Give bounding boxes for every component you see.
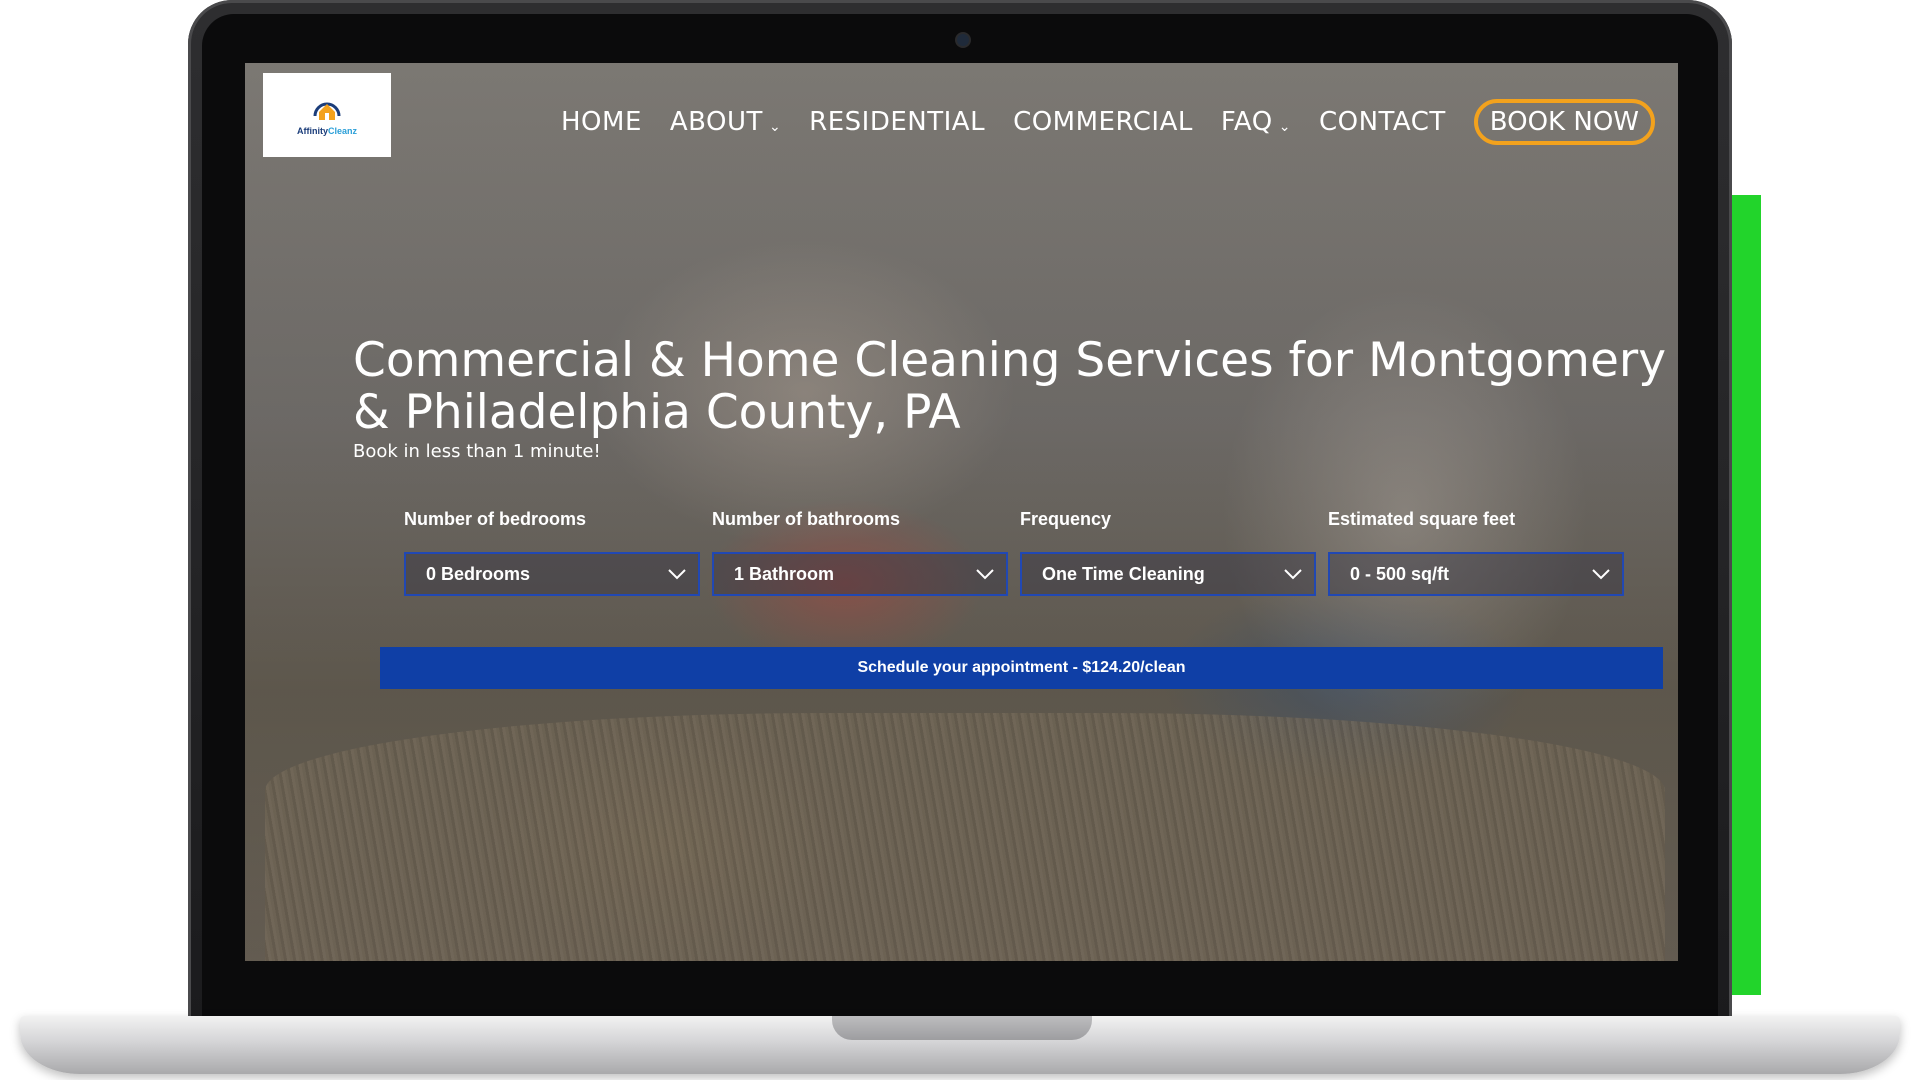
chevron-down-icon	[1284, 569, 1302, 580]
hero-title: Commercial & Home Cleaning Services for …	[353, 333, 1667, 440]
nav-commercial[interactable]: COMMERCIAL	[1013, 107, 1193, 137]
bathrooms-select[interactable]: 1 Bathroom	[712, 552, 1008, 596]
schedule-appointment-button[interactable]: Schedule your appointment - $124.20/clea…	[380, 647, 1663, 689]
nav-about[interactable]: ABOUT ⌄	[670, 107, 781, 137]
camera-icon	[957, 34, 969, 46]
nav-contact[interactable]: CONTACT	[1319, 107, 1446, 137]
book-now-button[interactable]: BOOK NOW	[1473, 99, 1655, 145]
laptop-mockup: AffinityCleanz HOME ABOUT ⌄ RESIDENTIAL …	[0, 0, 1920, 1080]
frequency-value: One Time Cleaning	[1042, 563, 1205, 584]
square-feet-label: Estimated square feet	[1328, 509, 1516, 529]
bedrooms-value: 0 Bedrooms	[426, 563, 531, 584]
logo-text-primary: Affinity	[296, 126, 328, 136]
bedrooms-select[interactable]: 0 Bedrooms	[404, 552, 700, 596]
chevron-down-icon	[668, 569, 686, 580]
logo-text-accent: Cleanz	[327, 126, 357, 136]
bathrooms-value: 1 Bathroom	[734, 563, 835, 584]
frequency-select[interactable]: One Time Cleaning	[1020, 552, 1316, 596]
bedrooms-label: Number of bedrooms	[404, 509, 587, 529]
bedrooms-field: Number of bedrooms 0 Bedrooms	[404, 509, 700, 596]
website-screen: AffinityCleanz HOME ABOUT ⌄ RESIDENTIAL …	[245, 63, 1678, 961]
laptop-notch	[832, 1016, 1092, 1040]
chevron-down-icon	[1592, 569, 1610, 580]
square-feet-value: 0 - 500 sq/ft	[1350, 563, 1450, 584]
nav-residential[interactable]: RESIDENTIAL	[809, 107, 985, 137]
nav-contact-label: CONTACT	[1318, 107, 1446, 137]
site-logo[interactable]: AffinityCleanz	[263, 73, 391, 157]
square-feet-select[interactable]: 0 - 500 sq/ft	[1328, 552, 1624, 596]
logo-wordmark: AffinityCleanz	[297, 126, 357, 136]
nav-home-label: HOME	[561, 107, 642, 137]
frequency-field: Frequency One Time Cleaning	[1020, 509, 1316, 596]
nav-residential-label: RESIDENTIAL	[809, 107, 986, 137]
nav-faq-label: FAQ	[1220, 107, 1273, 137]
square-feet-field: Estimated square feet 0 - 500 sq/ft	[1328, 509, 1624, 596]
nav-faq[interactable]: FAQ ⌄	[1221, 107, 1291, 137]
bathrooms-label: Number of bathrooms	[712, 509, 901, 529]
hero-subtitle: Book in less than 1 minute!	[353, 441, 601, 462]
nav-about-label: ABOUT	[669, 107, 763, 137]
house-logo-icon	[313, 102, 341, 120]
nav-home[interactable]: HOME	[561, 107, 642, 137]
bathrooms-field: Number of bathrooms 1 Bathroom	[712, 509, 1008, 596]
background-accent	[1731, 195, 1761, 995]
main-nav: HOME ABOUT ⌄ RESIDENTIAL COMMERCIAL FAQ …	[561, 99, 1655, 145]
chevron-down-icon: ⌄	[768, 119, 782, 135]
chevron-down-icon	[976, 569, 994, 580]
frequency-label: Frequency	[1020, 509, 1112, 529]
chevron-down-icon: ⌄	[1278, 119, 1291, 135]
nav-commercial-label: COMMERCIAL	[1013, 107, 1193, 137]
